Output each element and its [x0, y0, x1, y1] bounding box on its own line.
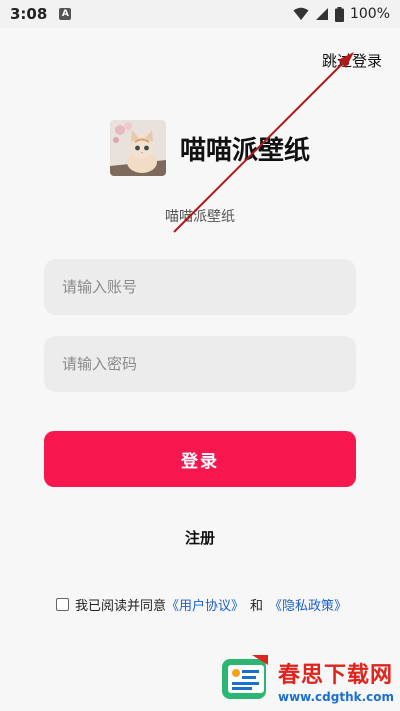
battery-icon — [334, 6, 344, 22]
register-link[interactable]: 注册 — [0, 527, 400, 548]
watermark-text: 春思下载网 www.cdgthk.com — [278, 657, 394, 704]
app-notification-icon: A — [59, 8, 72, 20]
status-time: 3:08 — [10, 5, 48, 23]
user-agreement-link[interactable]: 《用户协议》 — [166, 595, 244, 614]
agreement-prefix: 我已阅读并同意 — [75, 599, 167, 614]
status-icons: 100% — [293, 6, 390, 22]
app-title: 喵喵派壁纸 — [180, 135, 311, 166]
site-logo-icon — [222, 655, 268, 699]
watermark-url: www.cdgthk.com — [278, 689, 395, 704]
site-watermark: 春思下载网 www.cdgthk.com — [222, 655, 394, 705]
signal-icon — [315, 8, 328, 20]
account-input[interactable] — [44, 259, 356, 315]
status-bar: 3:08 A 100% — [0, 0, 400, 28]
watermark-title: 春思下载网 — [278, 662, 394, 688]
wifi-icon — [293, 7, 309, 20]
cat-logo-image — [110, 120, 166, 176]
password-input[interactable] — [44, 336, 356, 392]
agreement-row: 我已阅读并同意 《用户协议》 和 《隐私政策》 — [56, 595, 347, 614]
privacy-policy-link[interactable]: 《隐私政策》 — [269, 595, 347, 614]
skip-login-link[interactable]: 跳过登录 — [322, 50, 382, 71]
login-button[interactable]: 登录 — [44, 431, 356, 487]
agreement-conjunction: 和 — [250, 599, 264, 614]
app-subtitle: 喵喵派壁纸 — [165, 209, 235, 225]
agreement-checkbox[interactable] — [56, 598, 69, 611]
battery-percentage: 100% — [349, 6, 390, 22]
brand-header: 喵喵派壁纸 — [110, 120, 310, 176]
